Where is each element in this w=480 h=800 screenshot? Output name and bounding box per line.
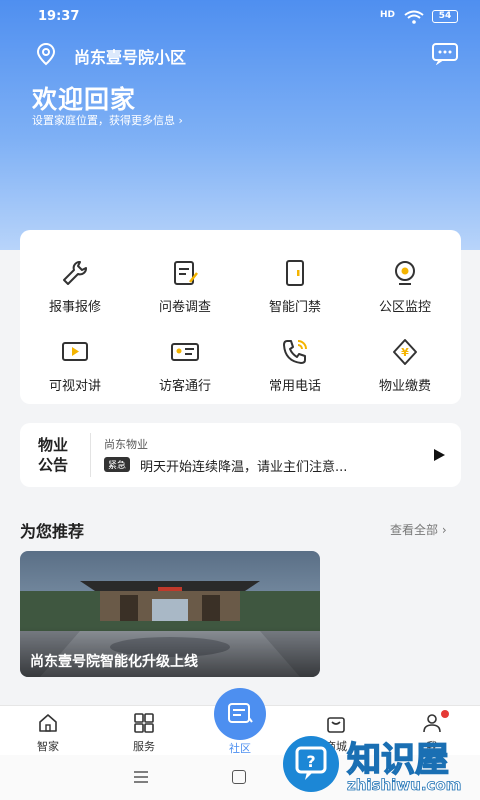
tab-home[interactable]: 智家 bbox=[18, 712, 78, 754]
community-icon bbox=[228, 703, 253, 723]
divider bbox=[90, 433, 91, 477]
payment-icon: ¥ bbox=[393, 339, 417, 365]
service-payment[interactable]: ¥ 物业缴费 bbox=[350, 337, 460, 407]
service-repair[interactable]: 报事报修 bbox=[20, 258, 130, 328]
card-caption: 尚东壹号院智能化升级上线 bbox=[30, 654, 198, 670]
service-label: 物业缴费 bbox=[378, 379, 431, 394]
welcome-title: 欢迎回家 bbox=[32, 85, 137, 114]
watermark-domain: zhishiwu.com bbox=[347, 776, 462, 795]
battery-icon: 54 bbox=[432, 10, 458, 23]
notification-dot bbox=[441, 710, 449, 718]
service-survey[interactable]: 问卷调查 bbox=[130, 258, 240, 328]
service-label: 可视对讲 bbox=[48, 379, 101, 394]
tab-services[interactable]: 服务 bbox=[114, 712, 174, 754]
menu-icon[interactable] bbox=[133, 771, 149, 783]
service-door[interactable]: 智能门禁 bbox=[240, 258, 350, 328]
status-bar: 19:37 HD 54 bbox=[0, 0, 480, 32]
service-intercom[interactable]: 可视对讲 bbox=[20, 337, 130, 407]
tab-community[interactable] bbox=[214, 688, 266, 740]
urgent-badge: 紧急 bbox=[104, 457, 131, 472]
service-label: 常用电话 bbox=[268, 379, 321, 394]
service-phone[interactable]: 常用电话 bbox=[240, 337, 350, 407]
id-card-icon bbox=[171, 343, 199, 361]
svg-text:¥: ¥ bbox=[401, 346, 409, 359]
tab-label: 社区 bbox=[229, 742, 251, 755]
recommend-card[interactable]: 尚东壹号院智能化升级上线 bbox=[20, 551, 320, 677]
watermark-logo-icon: ? bbox=[283, 736, 339, 792]
play-icon[interactable] bbox=[432, 448, 446, 462]
message-icon[interactable] bbox=[432, 43, 458, 65]
wifi-icon bbox=[404, 10, 424, 24]
notice-text[interactable]: 明天开始连续降温，请业主们注意... bbox=[140, 456, 347, 475]
service-visitor[interactable]: 访客通行 bbox=[130, 337, 240, 407]
set-location-link[interactable]: 设置家庭位置，获得更多信息 › bbox=[32, 112, 183, 128]
grid-icon bbox=[134, 713, 154, 733]
community-name[interactable]: 尚东壹号院小区 bbox=[74, 44, 186, 68]
service-monitor[interactable]: 公区监控 bbox=[350, 258, 460, 328]
notice-source: 尚东物业 bbox=[104, 438, 148, 451]
survey-icon bbox=[174, 261, 198, 285]
notice-card[interactable]: 物业公告 尚东物业 紧急 明天开始连续降温，请业主们注意... bbox=[20, 423, 461, 487]
tab-label: 智家 bbox=[37, 740, 59, 753]
notice-title: 物业公告 bbox=[38, 436, 69, 474]
service-label: 公区监控 bbox=[378, 300, 431, 315]
wrench-icon bbox=[63, 261, 87, 285]
svg-text:?: ? bbox=[306, 752, 315, 771]
watermark-brand: 知识屋 bbox=[346, 739, 450, 781]
door-icon bbox=[286, 260, 304, 286]
service-label: 访客通行 bbox=[158, 379, 211, 394]
location-icon[interactable] bbox=[34, 42, 58, 66]
recommend-title: 为您推荐 bbox=[20, 522, 85, 541]
watermark: ? 知识屋 zhishiwu.com bbox=[283, 730, 480, 800]
camera-icon bbox=[395, 261, 415, 285]
home-icon bbox=[39, 714, 57, 732]
service-grid: 报事报修 问卷调查 智能门禁 公区监控 可视对讲 访客通行 常用电话 ¥ 物业缴… bbox=[20, 230, 461, 404]
phone-icon bbox=[283, 340, 307, 364]
service-label: 报事报修 bbox=[48, 300, 101, 315]
view-all-link[interactable]: 查看全部 › bbox=[390, 521, 447, 538]
status-time: 19:37 bbox=[38, 9, 80, 24]
home-button-icon[interactable] bbox=[232, 770, 246, 784]
signal-icon: HD bbox=[380, 10, 396, 20]
service-label: 智能门禁 bbox=[268, 300, 321, 315]
service-label: 问卷调查 bbox=[158, 300, 211, 315]
tab-label: 服务 bbox=[133, 740, 155, 753]
video-icon bbox=[62, 342, 88, 361]
